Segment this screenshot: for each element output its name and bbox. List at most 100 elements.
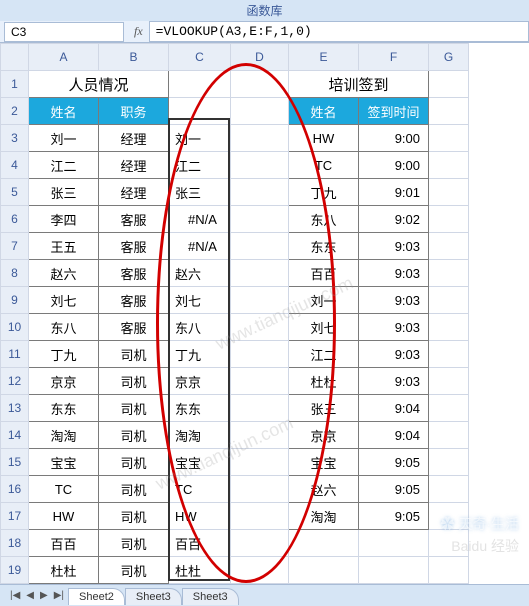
cell[interactable]: 淘淘 [29, 422, 99, 449]
cell[interactable] [169, 98, 231, 125]
tab-nav-last[interactable]: ▶| [52, 590, 66, 601]
cell[interactable] [231, 557, 289, 584]
cell[interactable]: 淘淘 [289, 503, 359, 530]
cell[interactable] [289, 530, 359, 557]
cell[interactable] [429, 530, 469, 557]
cell[interactable] [359, 557, 429, 584]
cell[interactable] [429, 206, 469, 233]
cell[interactable]: HW [29, 503, 99, 530]
cell[interactable]: 司机 [99, 530, 169, 557]
row-header[interactable]: 12 [1, 368, 29, 395]
cell[interactable] [231, 233, 289, 260]
cell[interactable]: 经理 [99, 179, 169, 206]
cell[interactable]: 司机 [99, 341, 169, 368]
cell[interactable]: 宝宝 [29, 449, 99, 476]
sheet-tab[interactable]: Sheet3 [125, 588, 182, 605]
row-header[interactable]: 11 [1, 341, 29, 368]
cell[interactable]: 经理 [99, 152, 169, 179]
cell[interactable]: 司机 [99, 368, 169, 395]
col-header-A[interactable]: A [29, 44, 99, 71]
cell[interactable]: 刘七 [289, 314, 359, 341]
cell[interactable]: 东八 [29, 314, 99, 341]
row-header[interactable]: 7 [1, 233, 29, 260]
cell[interactable]: 刘七 [29, 287, 99, 314]
row-header[interactable]: 5 [1, 179, 29, 206]
cell[interactable] [289, 557, 359, 584]
cell[interactable]: 宝宝 [289, 449, 359, 476]
cell[interactable]: 张三 [29, 179, 99, 206]
cell[interactable] [359, 530, 429, 557]
cell[interactable]: 9:02 [359, 206, 429, 233]
cell[interactable]: 东八 [289, 206, 359, 233]
cell[interactable]: 东东 [289, 233, 359, 260]
cell[interactable]: TC [289, 152, 359, 179]
cell[interactable]: 9:04 [359, 395, 429, 422]
cell[interactable] [231, 341, 289, 368]
cell[interactable] [231, 71, 289, 98]
cell[interactable]: 9:01 [359, 179, 429, 206]
cell[interactable] [231, 449, 289, 476]
cell[interactable]: 张三 [169, 179, 231, 206]
cell[interactable]: 培训签到 [289, 71, 429, 98]
cell[interactable]: 人员情况 [29, 71, 169, 98]
col-header-D[interactable]: D [231, 44, 289, 71]
cell[interactable]: 赵六 [289, 476, 359, 503]
cell[interactable]: #N/A [169, 233, 231, 260]
row-header[interactable]: 9 [1, 287, 29, 314]
cell[interactable]: TC [169, 476, 231, 503]
row-header[interactable]: 19 [1, 557, 29, 584]
row-header[interactable]: 1 [1, 71, 29, 98]
cell[interactable]: 姓名 [289, 98, 359, 125]
cell[interactable]: 司机 [99, 476, 169, 503]
cell[interactable]: 客服 [99, 287, 169, 314]
worksheet[interactable]: ABCDEFG 1人员情况培训签到2姓名职务姓名签到时间3刘一经理刘一HW9:0… [0, 43, 529, 584]
cell[interactable] [231, 314, 289, 341]
tab-nav-next[interactable]: ▶ [38, 590, 50, 601]
cell[interactable]: 客服 [99, 260, 169, 287]
cell[interactable] [429, 260, 469, 287]
cell[interactable]: 京京 [169, 368, 231, 395]
select-all-corner[interactable] [1, 44, 29, 71]
row-header[interactable]: 13 [1, 395, 29, 422]
cell[interactable]: 百百 [289, 260, 359, 287]
cell[interactable] [231, 206, 289, 233]
cell[interactable]: 丁九 [169, 341, 231, 368]
cell[interactable]: 百百 [29, 530, 99, 557]
cell[interactable] [231, 476, 289, 503]
cell[interactable]: 杜杜 [169, 557, 231, 584]
cell[interactable]: 杜杜 [29, 557, 99, 584]
cell[interactable] [429, 314, 469, 341]
cell[interactable]: 司机 [99, 449, 169, 476]
cell[interactable]: 司机 [99, 503, 169, 530]
cell[interactable] [231, 503, 289, 530]
cell[interactable]: 9:03 [359, 233, 429, 260]
row-header[interactable]: 3 [1, 125, 29, 152]
cell[interactable]: 京京 [29, 368, 99, 395]
cell[interactable]: 9:00 [359, 125, 429, 152]
col-header-C[interactable]: C [169, 44, 231, 71]
cell[interactable] [429, 449, 469, 476]
cell[interactable] [429, 422, 469, 449]
cell[interactable]: 东东 [169, 395, 231, 422]
cell[interactable] [429, 287, 469, 314]
cell[interactable] [429, 179, 469, 206]
cell[interactable]: 9:03 [359, 260, 429, 287]
row-header[interactable]: 6 [1, 206, 29, 233]
cell[interactable]: 江二 [169, 152, 231, 179]
cell[interactable] [231, 179, 289, 206]
fx-icon[interactable]: fx [128, 24, 149, 39]
cell[interactable]: 丁九 [289, 179, 359, 206]
row-header[interactable]: 18 [1, 530, 29, 557]
col-header-E[interactable]: E [289, 44, 359, 71]
row-header[interactable]: 4 [1, 152, 29, 179]
cell[interactable]: 江二 [29, 152, 99, 179]
cell[interactable]: 9:03 [359, 368, 429, 395]
cell[interactable]: 客服 [99, 233, 169, 260]
cell[interactable]: 杜杜 [289, 368, 359, 395]
cell[interactable]: 9:05 [359, 449, 429, 476]
cell[interactable]: 9:03 [359, 287, 429, 314]
cell[interactable]: 9:04 [359, 422, 429, 449]
cell[interactable]: 东东 [29, 395, 99, 422]
cell[interactable]: 王五 [29, 233, 99, 260]
row-header[interactable]: 10 [1, 314, 29, 341]
